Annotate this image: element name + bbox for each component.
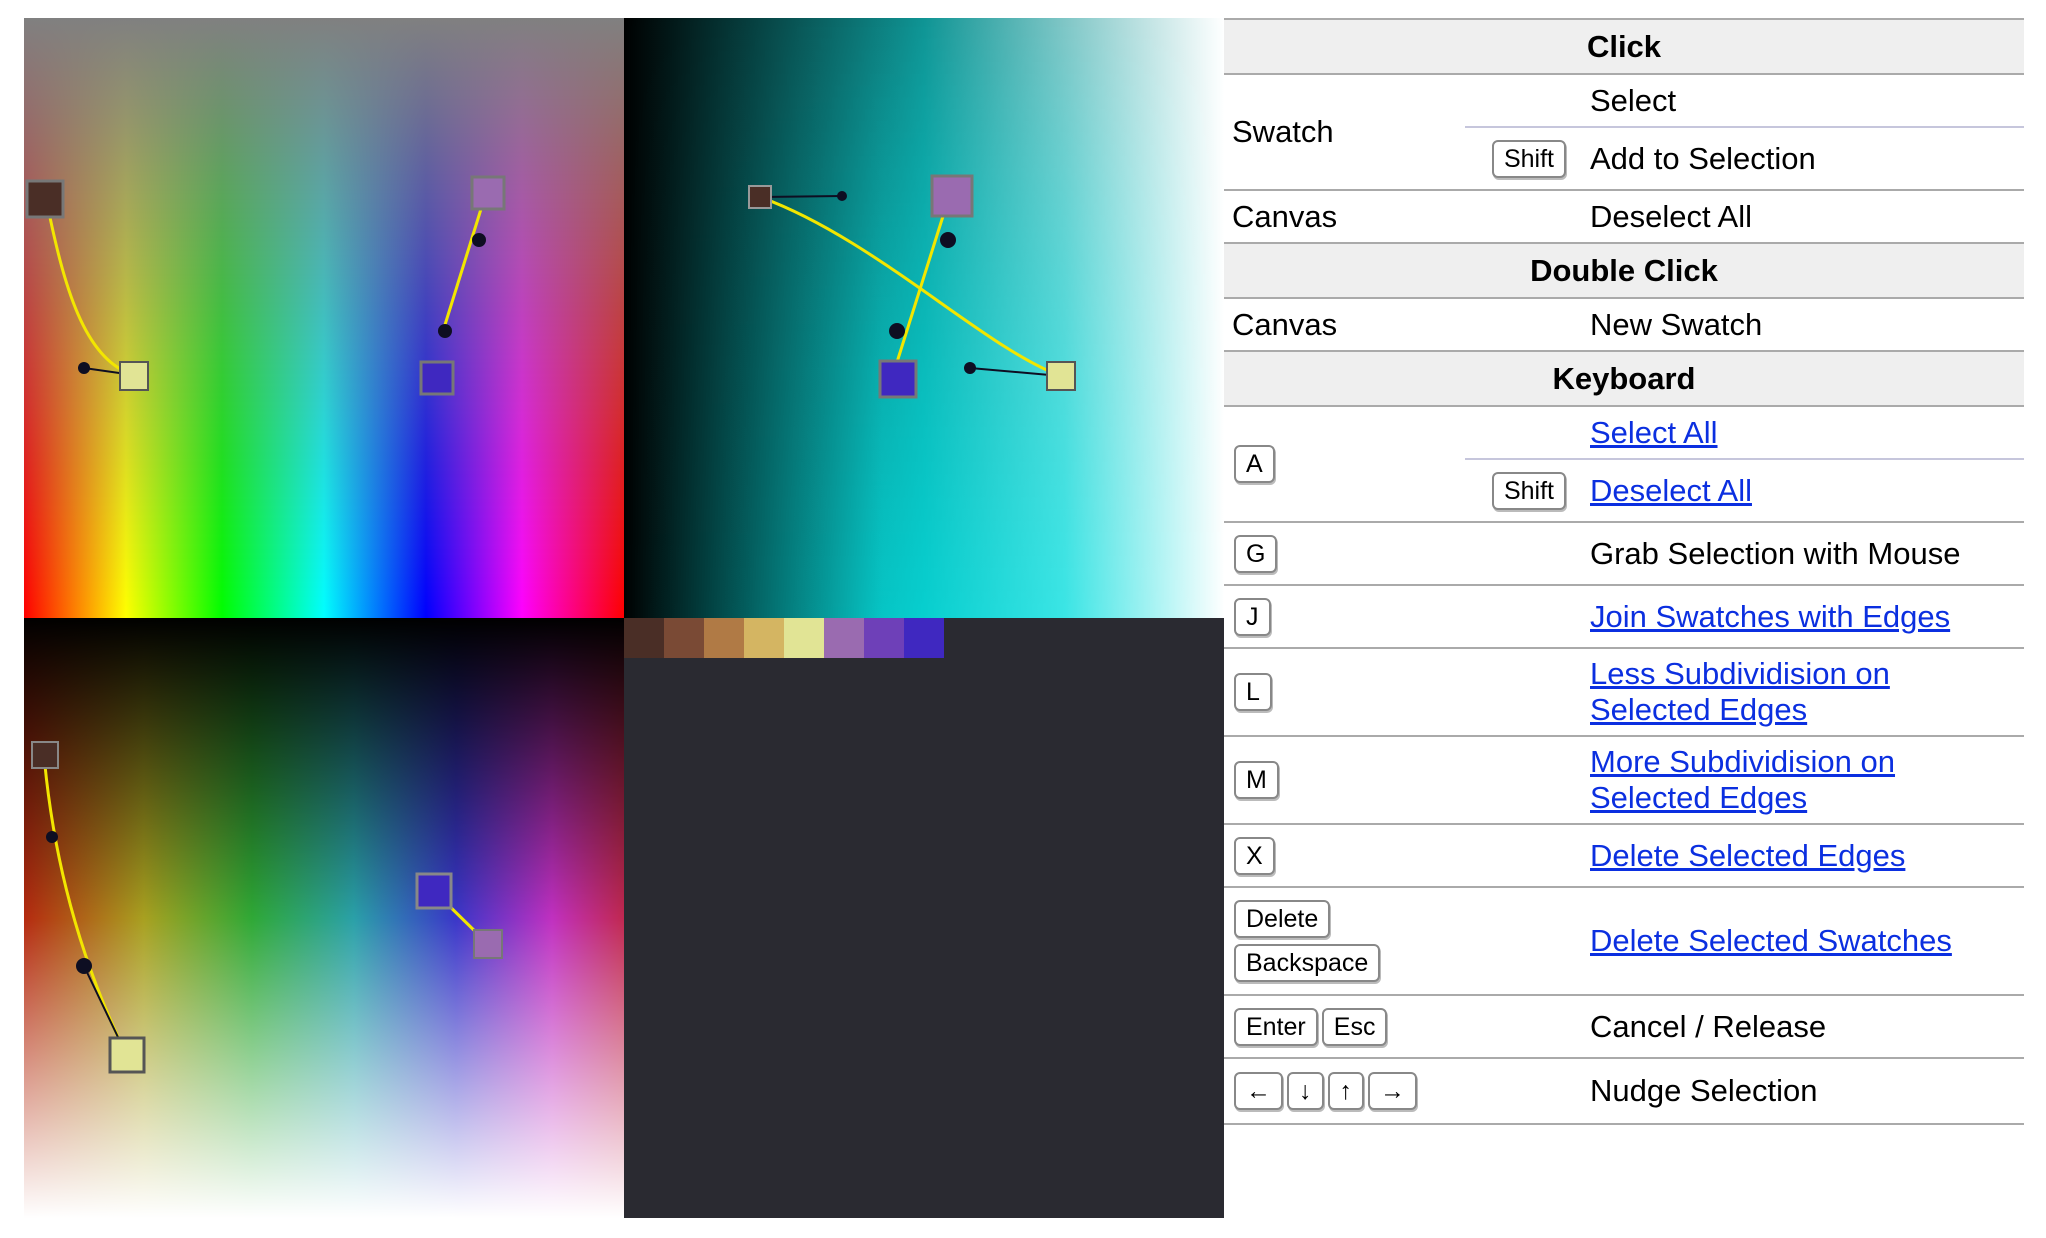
palette-color xyxy=(824,618,864,658)
swatch[interactable] xyxy=(419,360,455,396)
palette-panel xyxy=(624,618,1224,1218)
action-deselect-all: Deselect All xyxy=(1578,190,2024,244)
hue-lightness-canvas[interactable] xyxy=(24,618,624,1218)
palette-color xyxy=(624,618,664,658)
action-cancel: Cancel / Release xyxy=(1578,995,2024,1059)
swatch[interactable] xyxy=(878,359,918,399)
key-g: G xyxy=(1234,534,1278,573)
control-handle[interactable] xyxy=(837,191,847,201)
hue-saturation-plot xyxy=(24,18,624,618)
palette-color xyxy=(904,618,944,658)
delete-edges-link[interactable]: Delete Selected Edges xyxy=(1590,838,1905,873)
key-a: A xyxy=(1234,445,1275,483)
key-esc: Esc xyxy=(1321,1007,1388,1046)
control-handle[interactable] xyxy=(438,324,452,338)
hue-lightness-plot xyxy=(24,618,624,1218)
swatch[interactable] xyxy=(473,929,503,959)
key-right: → xyxy=(1368,1072,1417,1110)
palette-strip xyxy=(624,618,944,658)
action-new-swatch: New Swatch xyxy=(1578,298,2024,352)
key-delete: Delete xyxy=(1234,900,1331,938)
join-swatches-link[interactable]: Join Swatches with Edges xyxy=(1590,599,1950,634)
action-grab: Grab Selection with Mouse xyxy=(1578,522,2024,586)
control-handle[interactable] xyxy=(46,831,58,843)
key-x: X xyxy=(1234,836,1275,875)
palette-color xyxy=(864,618,904,658)
control-handle[interactable] xyxy=(964,362,976,374)
swatch-label: Swatch xyxy=(1224,74,1465,191)
swatch[interactable] xyxy=(25,179,65,219)
key-down: ↓ xyxy=(1287,1072,1324,1110)
canvas-label: Canvas xyxy=(1224,190,1465,244)
palette-color xyxy=(744,618,784,658)
swatch[interactable] xyxy=(1046,361,1076,391)
key-m: M xyxy=(1234,761,1279,799)
deselect-all-link[interactable]: Deselect All xyxy=(1590,473,1752,508)
control-handle[interactable] xyxy=(78,362,90,374)
control-handle[interactable] xyxy=(889,323,905,339)
controls-help: Click Swatch Select Shift Add to Selecti… xyxy=(1224,18,2024,1125)
action-add-to-selection: Add to Selection xyxy=(1578,127,2024,191)
swatch[interactable] xyxy=(108,1036,146,1074)
hue-saturation-canvas[interactable] xyxy=(24,18,624,618)
key-backspace: Backspace xyxy=(1234,944,1381,982)
controls-table: Click Swatch Select Shift Add to Selecti… xyxy=(1224,18,2024,1125)
more-subdivision-link[interactable]: More Subdividision on Selected Edges xyxy=(1590,744,1895,815)
select-all-link[interactable]: Select All xyxy=(1590,415,1718,450)
palette-color xyxy=(704,618,744,658)
key-l: L xyxy=(1234,673,1272,711)
swatch[interactable] xyxy=(119,361,149,391)
control-handle[interactable] xyxy=(472,233,486,247)
control-handle[interactable] xyxy=(76,958,92,974)
palette-color xyxy=(664,618,704,658)
swatch[interactable] xyxy=(930,174,974,218)
less-subdivision-link[interactable]: Less Subdividision on Selected Edges xyxy=(1590,656,1890,727)
swatch[interactable] xyxy=(748,185,772,209)
shift-key: Shift xyxy=(1491,471,1566,510)
action-select: Select xyxy=(1578,74,2024,128)
shift-key: Shift xyxy=(1491,139,1566,178)
key-j: J xyxy=(1234,597,1271,636)
key-enter: Enter xyxy=(1234,1007,1318,1046)
swatch[interactable] xyxy=(470,175,506,211)
delete-swatches-link[interactable]: Delete Selected Swatches xyxy=(1590,923,1952,958)
action-nudge: Nudge Selection xyxy=(1578,1058,2024,1125)
swatch[interactable] xyxy=(31,741,59,769)
swatch[interactable] xyxy=(415,872,453,910)
lightness-saturation-canvas[interactable] xyxy=(624,18,1224,618)
lightness-saturation-plot xyxy=(624,18,1224,618)
control-handle[interactable] xyxy=(940,232,956,248)
palette-color xyxy=(784,618,824,658)
key-left: ← xyxy=(1234,1072,1283,1110)
section-title-click: Click xyxy=(1224,18,2024,75)
canvas-label: Canvas xyxy=(1224,298,1465,352)
key-up: ↑ xyxy=(1327,1072,1364,1110)
section-title-keyboard: Keyboard xyxy=(1224,350,2024,407)
section-title-double-click: Double Click xyxy=(1224,242,2024,299)
